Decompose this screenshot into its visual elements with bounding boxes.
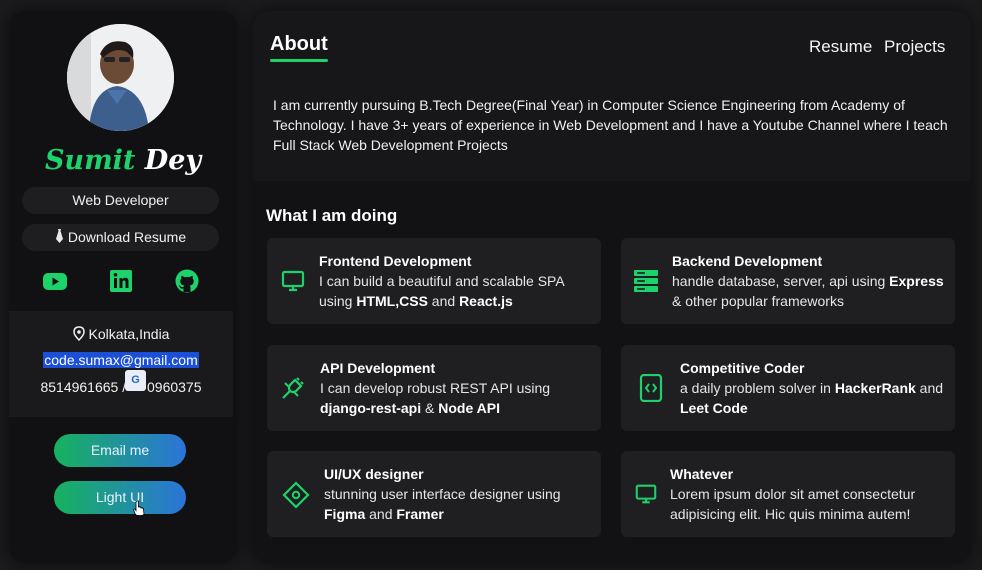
service-card-whatever: Whatever Lorem ipsum dolor sit amet cons… — [621, 451, 955, 537]
download-resume-label: Download Resume — [67, 229, 187, 245]
about-text: I am currently pursuing B.Tech Degree(Fi… — [273, 97, 948, 153]
card-description: Lorem ipsum dolor sit amet consectetur a… — [670, 486, 916, 522]
youtube-icon[interactable] — [42, 268, 68, 294]
tab-about[interactable]: About — [270, 33, 328, 56]
about-section: About Resume Projects I am currently pur… — [253, 11, 971, 181]
location-pin-icon — [72, 326, 85, 344]
card-title: Backend Development — [672, 253, 823, 269]
avatar — [67, 24, 174, 131]
service-card-backend: Backend Development handle database, ser… — [621, 238, 955, 324]
card-description: stunning user interface designer using F… — [324, 486, 561, 522]
code-device-icon — [638, 373, 664, 403]
location-text: Kolkata,India — [88, 326, 170, 342]
phone-part-a: 8514961665 / — [40, 379, 130, 395]
download-resume-button[interactable]: Download Resume — [22, 224, 219, 251]
tie-icon — [55, 225, 64, 252]
card-title: Frontend Development — [319, 253, 472, 269]
phone-row: 8514961665 / 0960375 — [9, 379, 233, 395]
google-translate-icon[interactable]: G — [125, 370, 146, 391]
email-me-button[interactable]: Email me — [54, 434, 186, 467]
doing-title: What I am doing — [266, 206, 398, 225]
service-card-uiux: UI/UX designer stunning user interface d… — [267, 451, 601, 537]
card-description: I can develop robust REST API using djan… — [320, 380, 551, 416]
card-description: I can build a beautiful and scalable SPA… — [319, 273, 565, 309]
service-card-frontend: Frontend Development I can build a beaut… — [267, 238, 601, 324]
linkedin-icon[interactable] — [108, 268, 134, 294]
profile-name: Sumit Dey — [9, 145, 237, 176]
email-link[interactable]: code.sumax@gmail.com — [43, 352, 199, 368]
service-card-competitive: Competitive Coder a daily problem solver… — [621, 345, 955, 431]
card-title: UI/UX designer — [324, 466, 424, 482]
card-description: handle database, server, api using Expre… — [672, 273, 944, 309]
github-icon[interactable] — [174, 268, 200, 294]
design-icon — [282, 481, 310, 509]
service-card-api: API Development I can develop robust RES… — [267, 345, 601, 431]
phone-part-b: 0960375 — [147, 379, 202, 395]
email-row: code.sumax@gmail.com — [9, 352, 233, 368]
nav-projects[interactable]: Projects — [884, 37, 945, 57]
monitor-icon — [634, 482, 660, 508]
first-name: Sumit — [44, 145, 136, 176]
sidebar: Sumit Dey Web Developer Download Resume … — [9, 11, 237, 563]
location-row: Kolkata,India — [9, 326, 233, 344]
card-title: API Development — [320, 360, 436, 376]
plug-icon — [280, 375, 306, 401]
contact-box: Kolkata,India code.sumax@gmail.com 85149… — [9, 311, 233, 417]
nav-resume[interactable]: Resume — [809, 37, 872, 57]
main-panel: About Resume Projects I am currently pur… — [253, 11, 971, 563]
card-description: a daily problem solver in HackerRank and… — [680, 380, 944, 416]
card-title: Whatever — [670, 466, 734, 482]
hand-cursor-icon — [133, 500, 145, 516]
active-tab-underline — [270, 59, 328, 62]
server-icon — [633, 268, 659, 294]
light-ui-toggle-button[interactable]: Light UI — [54, 481, 186, 514]
last-name: Dey — [144, 145, 202, 176]
card-title: Competitive Coder — [680, 360, 805, 376]
role-badge: Web Developer — [22, 187, 219, 214]
monitor-icon — [280, 268, 306, 294]
